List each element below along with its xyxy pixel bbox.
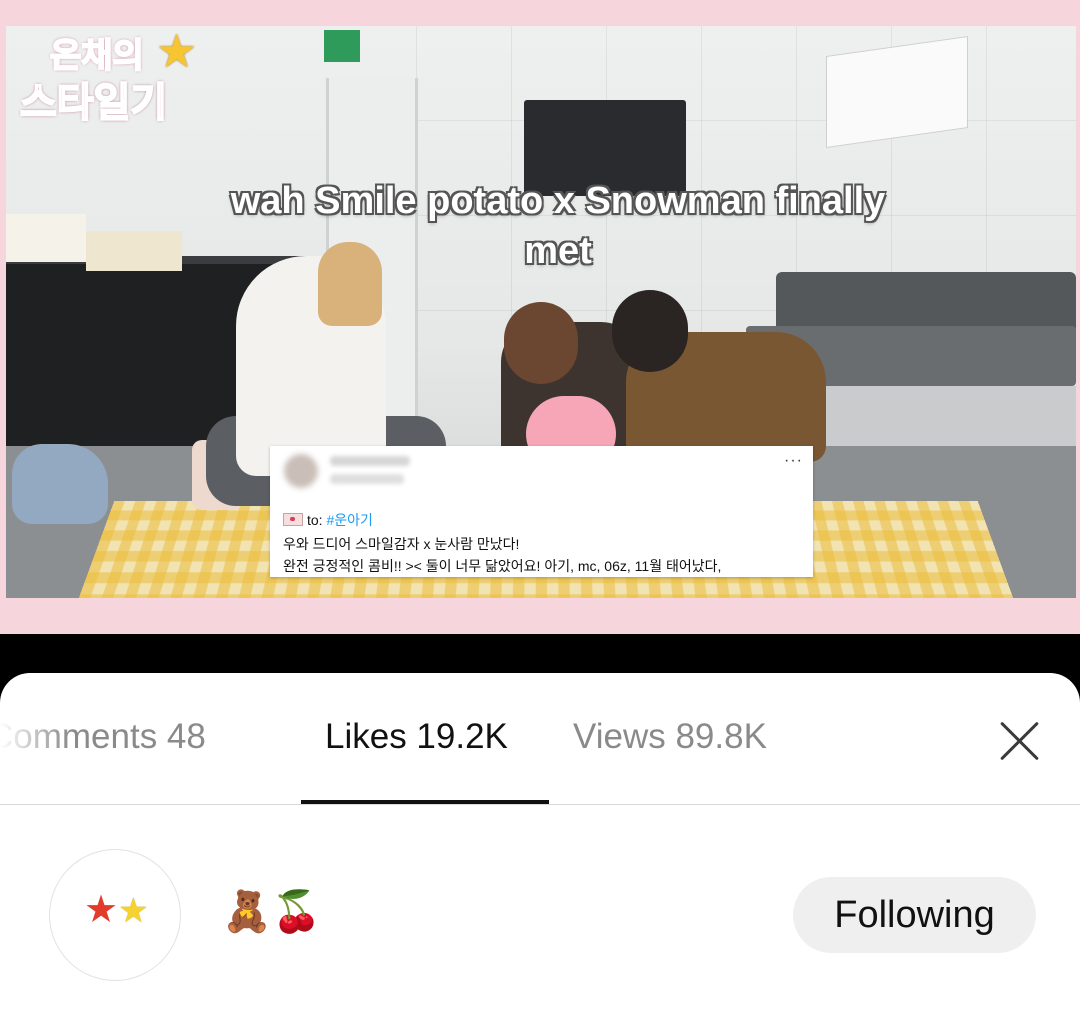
tweet-overlay: ··· to: #운아기 우와 드디어 스마일감자 x 눈사람 만났다! 완전 … xyxy=(270,446,813,577)
show-logo-line2: 스타일기 xyxy=(19,80,168,126)
tweet-to-prefix: to: xyxy=(307,512,323,528)
person-right-head xyxy=(612,290,688,372)
tweet-name-blurred xyxy=(330,456,410,466)
more-icon: ··· xyxy=(784,452,803,469)
sheet-tabs: Comments 48 Likes 19.2K Views 89.8K xyxy=(0,673,1080,805)
list-item[interactable]: ★★ 🧸🍒 Following xyxy=(0,847,1080,981)
box xyxy=(6,214,86,262)
tweet-text-line1: 우와 드디어 스마일감자 x 눈사람 만났다! xyxy=(283,536,520,552)
avatar[interactable]: ★★ xyxy=(49,849,181,981)
tweet-handle-blurred xyxy=(330,474,404,484)
tab-views[interactable]: Views 89.8K xyxy=(573,717,767,757)
tweet-text-line2: 완전 긍정적인 콤비!! >< 둘이 너무 닮았어요! 아기, mc, 06z,… xyxy=(283,558,722,574)
tweet-hashtag: #운아기 xyxy=(326,512,373,528)
tab-likes[interactable]: Likes 19.2K xyxy=(325,717,508,757)
stars-icon: ★★ xyxy=(84,889,149,931)
love-letter-icon xyxy=(283,513,303,526)
likes-sheet: Comments 48 Likes 19.2K Views 89.8K ★★ 🧸… xyxy=(0,673,1080,1013)
username[interactable]: 🧸🍒 xyxy=(222,887,322,937)
following-button[interactable]: Following xyxy=(793,877,1036,953)
tweet-recipient: to: #운아기 xyxy=(283,510,373,530)
tabs-fade xyxy=(0,709,70,769)
tabs-divider xyxy=(0,804,1080,805)
bag xyxy=(12,444,108,524)
person-middle-head xyxy=(504,302,578,384)
exit-sign xyxy=(324,30,360,62)
tweet-avatar-blurred xyxy=(284,454,318,488)
box xyxy=(86,231,182,271)
close-icon[interactable] xyxy=(998,719,1042,763)
show-logo: 은채의 ★ 스타일기 xyxy=(19,24,197,128)
video-caption: wah Smile potato x Snowman finally met xyxy=(230,180,886,272)
video-preview[interactable]: 은채의 ★ 스타일기 wah Smile potato x Snowman fi… xyxy=(0,0,1080,634)
